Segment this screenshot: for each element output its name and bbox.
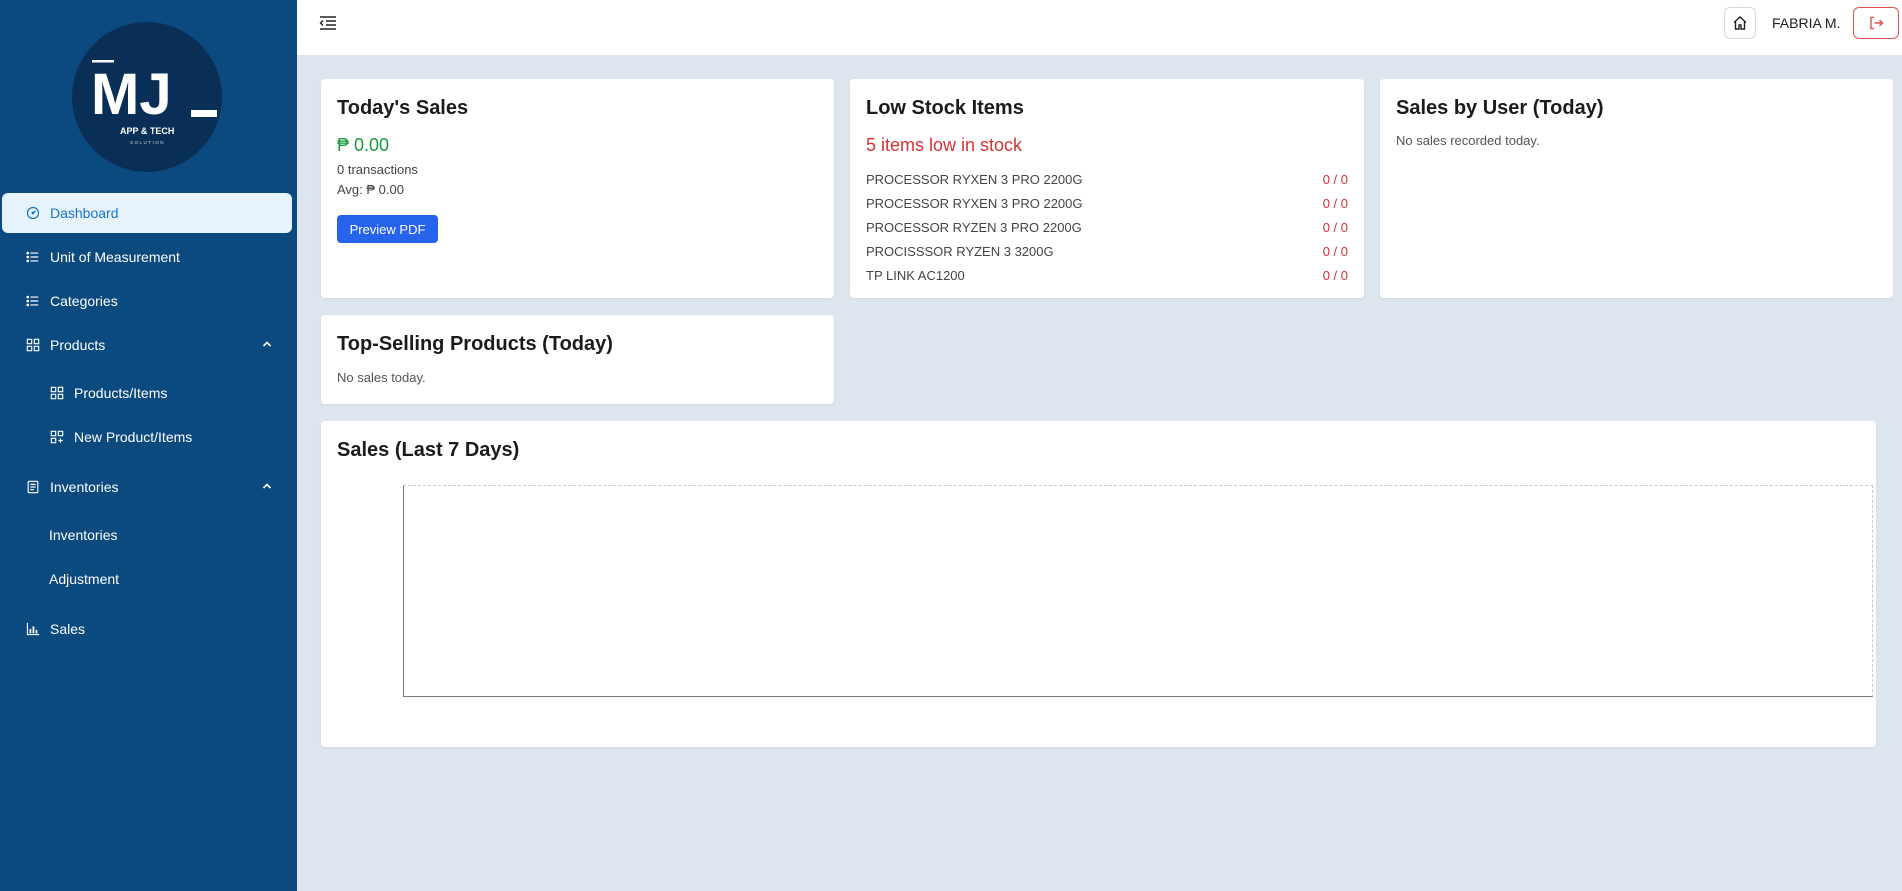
sales-by-user-card: Sales by User (Today) No sales recorded … <box>1380 79 1893 298</box>
sales-chart-canvas <box>403 485 1873 697</box>
sidebar-item-unit-of-measurement[interactable]: Unit of Measurement <box>0 237 297 277</box>
clipboard-icon <box>25 479 41 495</box>
sidebar-item-products-items[interactable]: Products/Items <box>0 373 297 413</box>
home-icon <box>1733 16 1747 30</box>
low-stock-count: 5 items low in stock <box>866 135 1023 155</box>
list-item: PROCESSOR RYXEN 3 PRO 2200G 0 / 0 <box>866 167 1348 191</box>
user-name: FABRIA M. <box>1772 15 1841 31</box>
stock-item-value: 0 / 0 <box>1322 243 1348 259</box>
transaction-count: 0 transactions <box>337 162 418 177</box>
bar-chart-icon <box>25 621 41 637</box>
sidebar: MJ APP & TECH SOLUTION Dashboard Unit of… <box>0 0 297 891</box>
logo-mark: MJ APP & TECH SOLUTION <box>91 60 217 145</box>
home-button[interactable] <box>1724 7 1756 39</box>
card-title: Top-Selling Products (Today) <box>337 333 613 355</box>
sidebar-item-products[interactable]: Products <box>0 325 297 365</box>
low-stock-card: Low Stock Items 5 items low in stock PRO… <box>850 79 1364 298</box>
brand-logo: MJ APP & TECH SOLUTION <box>72 22 222 172</box>
sidebar-item-inventories-sub[interactable]: Inventories <box>0 515 297 555</box>
card-title: Today's Sales <box>337 97 469 119</box>
logo-subtitle-2: SOLUTION <box>130 140 165 145</box>
sidebar-item-label: Unit of Measurement <box>50 249 180 265</box>
sidebar-item-label: Products <box>50 337 106 353</box>
sales-amount: ₱ 0.00 <box>337 135 390 155</box>
list-item: TP LINK AC1200 0 / 0 <box>866 263 1348 287</box>
sidebar-item-label: New Product/Items <box>74 429 193 445</box>
list-item: PROCESSOR RYXEN 3 PRO 2200G 0 / 0 <box>866 191 1348 215</box>
sidebar-item-label: Dashboard <box>50 205 119 221</box>
stock-item-name: PROCISSSOR RYZEN 3 3200G <box>866 243 1054 259</box>
sidebar-item-label: Sales <box>50 621 86 637</box>
stock-item-name: TP LINK AC1200 <box>866 267 965 283</box>
logout-icon <box>1870 16 1884 30</box>
card-title: Sales (Last 7 Days) <box>337 439 520 461</box>
logout-button[interactable] <box>1853 7 1899 39</box>
sidebar-item-label: Categories <box>50 293 118 309</box>
sidebar-item-label: Inventories <box>49 527 118 543</box>
average-sale: Avg: ₱ 0.00 <box>337 182 404 197</box>
list-icon <box>25 293 41 309</box>
empty-message: No sales recorded today. <box>1396 133 1540 148</box>
sidebar-item-categories[interactable]: Categories <box>0 281 297 321</box>
card-title: Low Stock Items <box>866 97 1024 119</box>
sidebar-item-label: Adjustment <box>49 571 120 587</box>
stock-item-value: 0 / 0 <box>1322 219 1348 235</box>
sidebar-item-label: Products/Items <box>74 385 168 401</box>
sidebar-item-dashboard[interactable]: Dashboard <box>2 193 292 233</box>
list-item: PROCISSSOR RYZEN 3 3200G 0 / 0 <box>866 239 1348 263</box>
stock-item-value: 0 / 0 <box>1322 267 1348 283</box>
sidebar-item-adjustment[interactable]: Adjustment <box>0 559 297 599</box>
todays-sales-card: Today's Sales ₱ 0.00 0 transactions Avg:… <box>321 79 834 298</box>
list-item: PROCESSOR RYZEN 3 PRO 2200G 0 / 0 <box>866 215 1348 239</box>
menu-toggle-icon[interactable] <box>319 15 337 31</box>
sidebar-item-label: Inventories <box>50 479 119 495</box>
sales-chart-card: Sales (Last 7 Days) <box>321 421 1876 747</box>
sidebar-item-sales[interactable]: Sales <box>0 609 297 649</box>
sidebar-item-inventories[interactable]: Inventories <box>0 467 297 507</box>
chevron-up-icon[interactable] <box>261 479 275 493</box>
stock-item-name: PROCESSOR RYZEN 3 PRO 2200G <box>866 219 1082 235</box>
grid-icon <box>49 385 65 401</box>
stock-item-value: 0 / 0 <box>1322 195 1348 211</box>
card-title: Sales by User (Today) <box>1396 97 1604 119</box>
gauge-icon <box>25 205 41 221</box>
empty-message: No sales today. <box>337 370 426 385</box>
topbar: FABRIA M. <box>297 0 1902 55</box>
logo-text: MJ <box>91 62 172 127</box>
logo-subtitle: APP & TECH <box>120 126 174 136</box>
list-icon <box>25 249 41 265</box>
chevron-up-icon[interactable] <box>261 337 275 351</box>
top-selling-card: Top-Selling Products (Today) No sales to… <box>321 315 834 404</box>
stock-item-name: PROCESSOR RYXEN 3 PRO 2200G <box>866 171 1083 187</box>
stock-item-value: 0 / 0 <box>1322 171 1348 187</box>
grid-plus-icon <box>49 429 65 445</box>
low-stock-list: PROCESSOR RYXEN 3 PRO 2200G 0 / 0 PROCES… <box>866 167 1348 287</box>
sidebar-item-new-product-items[interactable]: New Product/Items <box>0 417 297 457</box>
preview-pdf-button[interactable]: Preview PDF <box>337 215 438 243</box>
grid-icon <box>25 337 41 353</box>
stock-item-name: PROCESSOR RYXEN 3 PRO 2200G <box>866 195 1083 211</box>
